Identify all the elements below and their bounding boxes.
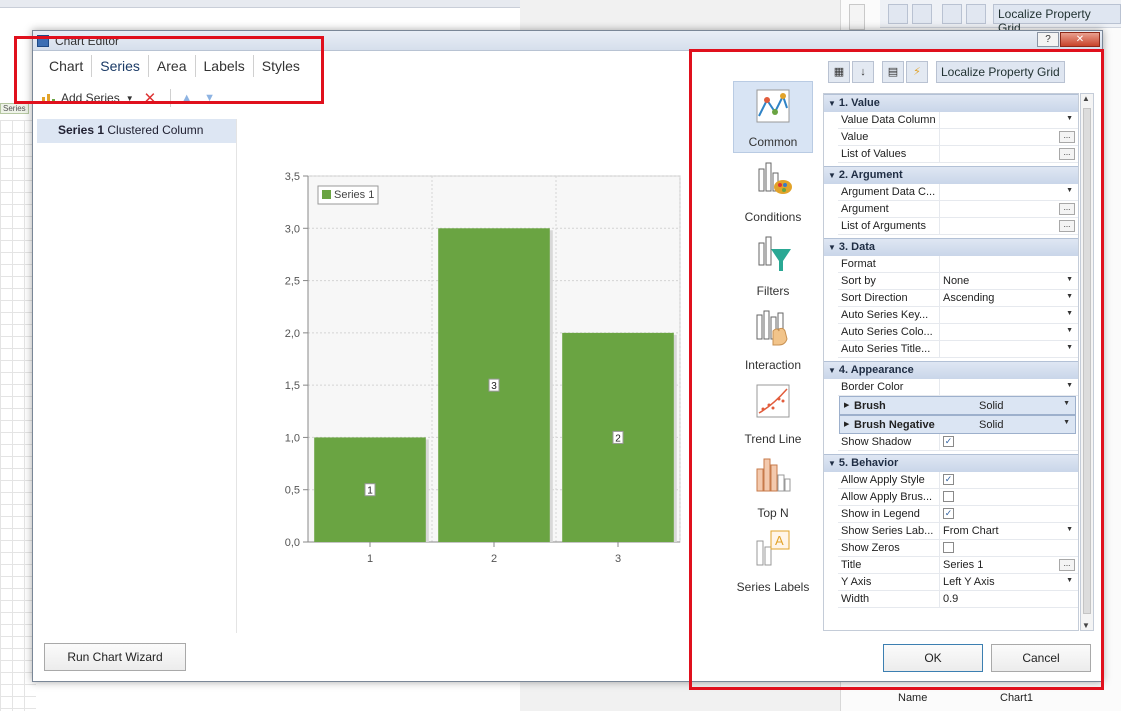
chart-preview: 0,0 0,5 1,0 1,5 2,0 2,5 3,0 3,5 1 1 3 2 2 3 Series 1 xyxy=(238,119,726,633)
annotation-highlight-properties xyxy=(689,49,1104,690)
background-sort-az-icon[interactable] xyxy=(912,4,932,24)
legend-swatch xyxy=(322,190,331,199)
y-tick-label: 3,0 xyxy=(285,223,300,235)
legend-label: Series 1 xyxy=(334,189,374,201)
background-categorized-icon[interactable] xyxy=(888,4,908,24)
y-tick-label: 3,5 xyxy=(285,171,300,183)
background-name-value: Chart1 xyxy=(1000,692,1034,704)
series-list: Series 1 Clustered Column xyxy=(37,119,237,633)
series-name: Series 1 xyxy=(58,123,105,137)
y-tick-label: 1,5 xyxy=(285,380,300,392)
close-button[interactable]: ✕ xyxy=(1060,32,1100,47)
background-name-label: Name xyxy=(898,692,928,704)
series-type: Clustered Column xyxy=(107,123,204,137)
annotation-highlight-tabs xyxy=(14,36,324,104)
x-tick-label: 1 xyxy=(367,553,373,565)
chart-svg: 0,0 0,5 1,0 1,5 2,0 2,5 3,0 3,5 1 1 3 2 2 3 Series 1 xyxy=(285,171,681,565)
x-tick-label: 3 xyxy=(615,553,621,565)
data-label: 1 xyxy=(367,486,373,497)
background-scrollbar[interactable] xyxy=(849,4,865,30)
help-button[interactable]: ? xyxy=(1037,32,1059,47)
background-series-chip: Series xyxy=(0,103,29,114)
data-label: 2 xyxy=(615,433,621,444)
x-tick-label: 2 xyxy=(491,553,497,565)
run-chart-wizard-button[interactable]: Run Chart Wizard xyxy=(44,643,186,671)
background-properties-icon[interactable] xyxy=(942,4,962,24)
background-name-row: Name Chart1 xyxy=(882,690,1121,711)
y-tick-label: 0,5 xyxy=(285,485,300,497)
y-tick-label: 0,0 xyxy=(285,537,300,549)
data-label: 3 xyxy=(491,381,497,392)
background-property-toolbar: Localize Property Grid xyxy=(880,0,1121,35)
y-tick-label: 2,5 xyxy=(285,276,300,288)
background-localize-button[interactable]: Localize Property Grid xyxy=(993,4,1121,35)
list-item[interactable]: Series 1 Clustered Column xyxy=(37,119,236,143)
background-tab-strip xyxy=(0,0,520,8)
background-events-icon[interactable] xyxy=(966,4,986,24)
y-tick-label: 2,0 xyxy=(285,328,300,340)
y-tick-label: 1,0 xyxy=(285,432,300,444)
designer-grid xyxy=(0,120,36,711)
